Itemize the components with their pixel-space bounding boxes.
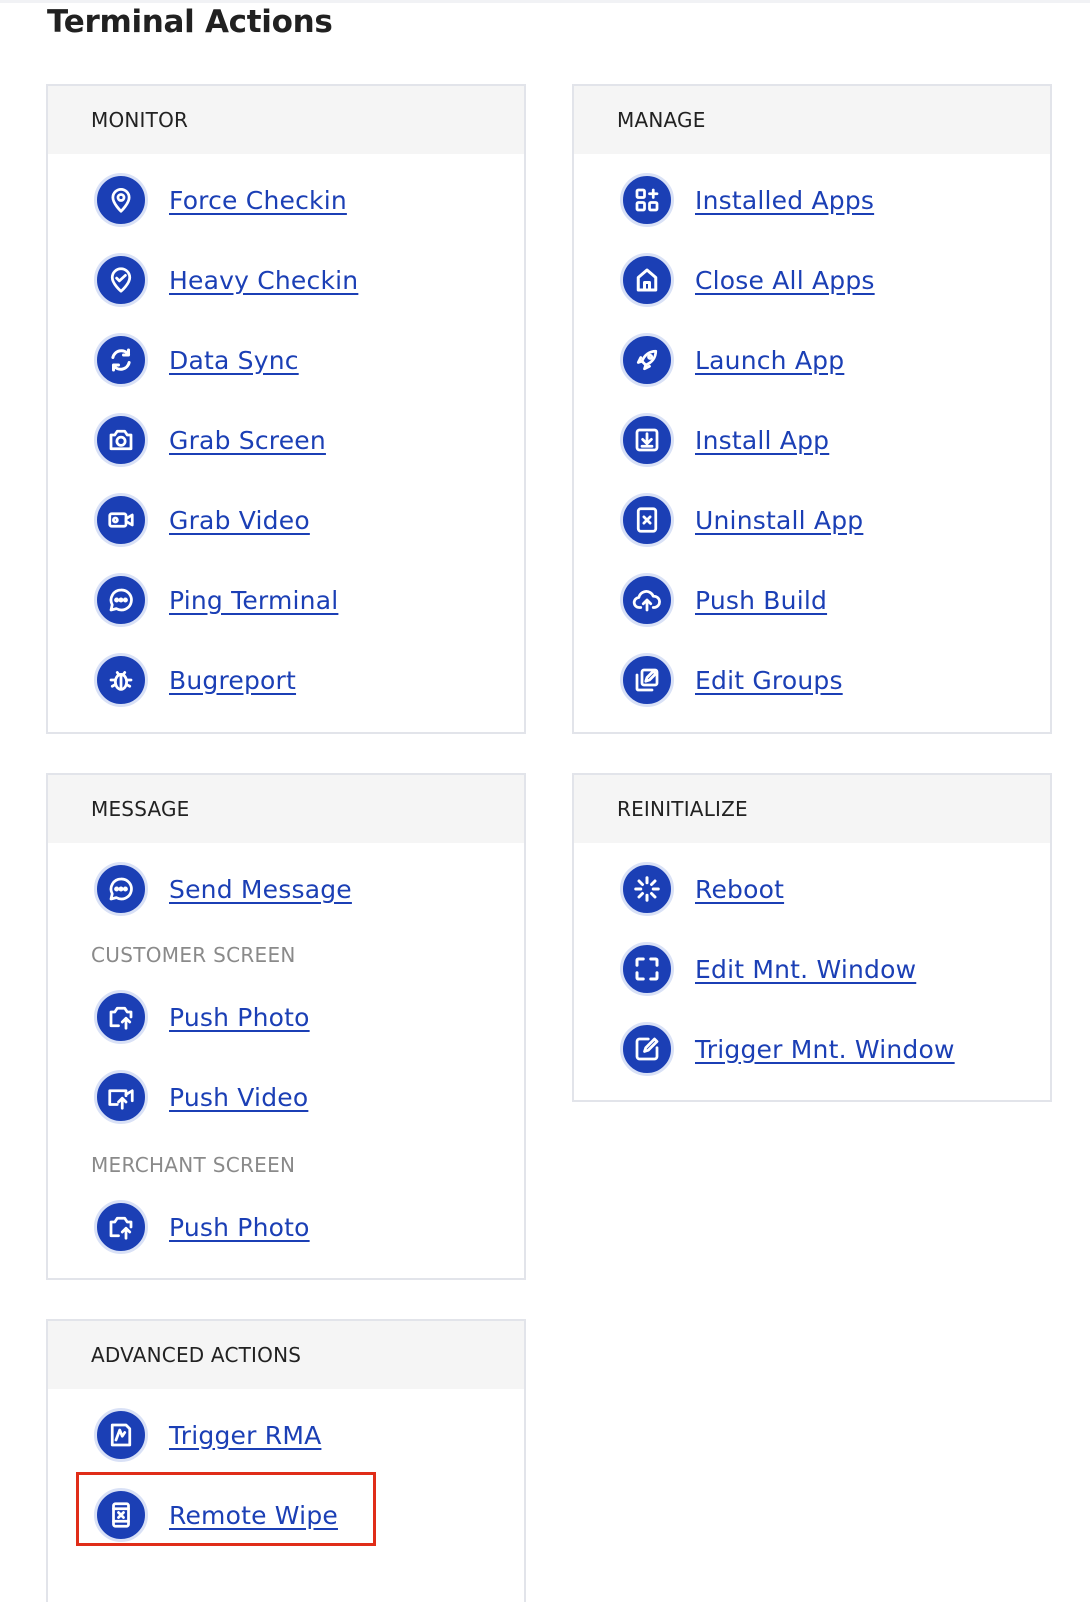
push-build-link[interactable]: Push Build — [620, 572, 827, 628]
data-sync-label: Data Sync — [169, 345, 299, 375]
edit-groups-link[interactable]: Edit Groups — [620, 652, 843, 708]
customer-push-video-link[interactable]: Push Video — [94, 1069, 308, 1125]
grab-screen-link[interactable]: Grab Screen — [94, 412, 326, 468]
edit-mnt-window-link[interactable]: Edit Mnt. Window — [620, 941, 916, 997]
force-checkin-label: Force Checkin — [169, 185, 347, 215]
install-app-link[interactable]: Install App — [620, 412, 829, 468]
message-card: MESSAGE Send Message CUSTOMER SCREEN Pus… — [46, 773, 526, 1280]
remote-wipe-highlight-box — [76, 1472, 376, 1546]
grab-video-link[interactable]: Grab Video — [94, 492, 310, 548]
reboot-label: Reboot — [695, 874, 785, 904]
advanced-actions-card: ADVANCED ACTIONS Trigger RMA Remote Wipe — [46, 1319, 526, 1602]
edit-groups-label: Edit Groups — [695, 665, 843, 695]
spinner-icon — [620, 862, 674, 916]
cloud-upload-icon — [620, 573, 674, 627]
edit-box-icon — [620, 1022, 674, 1076]
camera-icon — [94, 413, 148, 467]
installed-apps-label: Installed Apps — [695, 185, 875, 215]
frame-icon — [620, 942, 674, 996]
apps-grid-icon — [620, 173, 674, 227]
manage-card: MANAGE Installed Apps Close All Apps Lau… — [572, 84, 1052, 734]
video-camera-icon — [94, 493, 148, 547]
launch-app-link[interactable]: Launch App — [620, 332, 844, 388]
merchant-push-photo-label: Push Photo — [169, 1212, 310, 1242]
push-photo-icon — [94, 1200, 148, 1254]
customer-push-photo-label: Push Photo — [169, 1002, 310, 1032]
close-all-apps-link[interactable]: Close All Apps — [620, 252, 875, 308]
bugreport-label: Bugreport — [169, 665, 297, 695]
push-video-icon — [94, 1070, 148, 1124]
trigger-mnt-window-link[interactable]: Trigger Mnt. Window — [620, 1021, 955, 1077]
customer-push-video-label: Push Video — [169, 1082, 309, 1112]
location-pin-icon — [94, 173, 148, 227]
top-divider — [0, 0, 1090, 3]
uninstall-app-label: Uninstall App — [695, 505, 864, 535]
force-checkin-link[interactable]: Force Checkin — [94, 172, 347, 228]
data-sync-link[interactable]: Data Sync — [94, 332, 299, 388]
trigger-mnt-window-label: Trigger Mnt. Window — [695, 1034, 955, 1064]
heart-pin-icon — [94, 253, 148, 307]
send-message-link[interactable]: Send Message — [94, 861, 352, 917]
ping-terminal-label: Ping Terminal — [169, 585, 339, 615]
edit-mnt-window-label: Edit Mnt. Window — [695, 954, 917, 984]
bugreport-link[interactable]: Bugreport — [94, 652, 296, 708]
customer-push-photo-link[interactable]: Push Photo — [94, 989, 310, 1045]
grab-screen-label: Grab Screen — [169, 425, 326, 455]
remove-box-icon — [620, 493, 674, 547]
message-header: MESSAGE — [48, 775, 524, 843]
chat-bubble-icon — [94, 573, 148, 627]
heavy-checkin-link[interactable]: Heavy Checkin — [94, 252, 358, 308]
reboot-link[interactable]: Reboot — [620, 861, 784, 917]
manage-header: MANAGE — [574, 86, 1050, 154]
monitor-card: MONITOR Force Checkin Heavy Checkin Data… — [46, 84, 526, 734]
launch-app-label: Launch App — [695, 345, 845, 375]
advanced-actions-header: ADVANCED ACTIONS — [48, 1321, 524, 1389]
sync-icon — [94, 333, 148, 387]
download-box-icon — [620, 413, 674, 467]
bug-icon — [94, 653, 148, 707]
push-photo-icon — [94, 990, 148, 1044]
heavy-checkin-label: Heavy Checkin — [169, 265, 359, 295]
reinitialize-card: REINITIALIZE Reboot Edit Mnt. Window Tri… — [572, 773, 1052, 1102]
merchant-push-photo-link[interactable]: Push Photo — [94, 1199, 310, 1255]
push-build-label: Push Build — [695, 585, 828, 615]
trigger-rma-link[interactable]: Trigger RMA — [94, 1407, 321, 1463]
installed-apps-link[interactable]: Installed Apps — [620, 172, 874, 228]
install-app-label: Install App — [695, 425, 830, 455]
customer-screen-subheading: CUSTOMER SCREEN — [91, 943, 296, 967]
page-title: Terminal Actions — [47, 4, 333, 40]
ping-terminal-link[interactable]: Ping Terminal — [94, 572, 338, 628]
rma-icon — [94, 1408, 148, 1462]
reinitialize-header: REINITIALIZE — [574, 775, 1050, 843]
chat-bubble-icon — [94, 862, 148, 916]
monitor-header: MONITOR — [48, 86, 524, 154]
merchant-screen-subheading: MERCHANT SCREEN — [91, 1153, 296, 1177]
close-all-apps-label: Close All Apps — [695, 265, 875, 295]
send-message-label: Send Message — [169, 874, 352, 904]
trigger-rma-label: Trigger RMA — [169, 1420, 322, 1450]
uninstall-app-link[interactable]: Uninstall App — [620, 492, 863, 548]
rocket-icon — [620, 333, 674, 387]
grab-video-label: Grab Video — [169, 505, 310, 535]
home-icon — [620, 253, 674, 307]
edit-layers-icon — [620, 653, 674, 707]
